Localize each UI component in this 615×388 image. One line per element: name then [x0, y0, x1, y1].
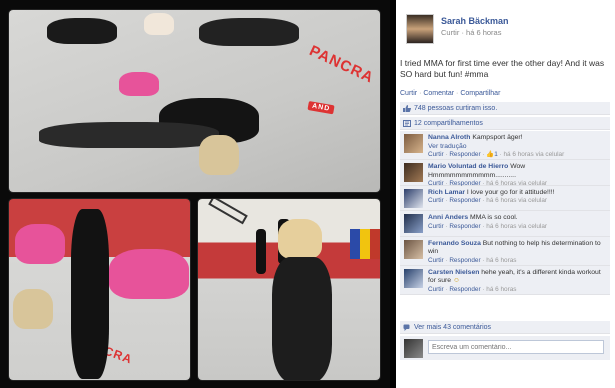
commenter-avatar[interactable] — [404, 214, 423, 233]
comment-composer — [400, 336, 610, 360]
comment-item: Anni Anders MMA is so cool. Curtir · Res… — [400, 211, 610, 237]
comment-bubble-icon — [403, 324, 410, 331]
comment-button[interactable]: Comentar — [423, 90, 454, 97]
comment-like-link[interactable]: Curtir — [428, 257, 444, 264]
commenter-name[interactable]: Carsten Nielsen — [428, 269, 479, 276]
commenter-avatar[interactable] — [404, 268, 423, 288]
comment-input[interactable] — [428, 340, 604, 354]
photo-posing[interactable] — [197, 198, 381, 381]
like-page-link[interactable]: Curtir — [441, 28, 459, 37]
commenter-avatar[interactable] — [404, 163, 423, 182]
comment-like-link[interactable]: Curtir — [428, 286, 444, 293]
post-actions: Curtir · Comentar · Compartilhar — [400, 90, 500, 97]
photo-grappling[interactable]: PANCRA AND — [8, 9, 381, 193]
share-button[interactable]: Compartilhar — [460, 90, 500, 97]
comment-item: Carsten Nielsen hehe yeah, it's a differ… — [400, 265, 610, 295]
post-header: Sarah Bäckman Curtir · há 6 horas — [401, 0, 610, 44]
post-panel: Sarah Bäckman Curtir · há 6 horas I trie… — [396, 0, 615, 388]
comment-like-link[interactable]: Curtir — [428, 223, 444, 230]
comment-reply-link[interactable]: Responder — [449, 223, 480, 230]
commenter-name[interactable]: Rich Lamar — [428, 189, 465, 196]
comment-time[interactable]: há 6 horas via celular — [486, 197, 547, 204]
punching-bag — [256, 229, 266, 274]
comment-meta: Curtir · Responder · há 6 horas — [428, 256, 517, 264]
background-fighters-left — [47, 18, 117, 44]
comment-reply-link[interactable]: Responder — [449, 257, 480, 264]
comment-item: Fernando Souza But nothing to help his d… — [400, 236, 610, 266]
translate-link[interactable]: Ver tradução — [428, 143, 606, 152]
blonde-hair — [278, 219, 322, 259]
commenter-avatar[interactable] — [404, 134, 423, 153]
fighter-posing — [272, 257, 332, 380]
pink-leggings — [119, 72, 159, 96]
comment-item: Nanna Alroth Kampsport äger! Ver traduçã… — [400, 131, 610, 160]
fighter-bottom — [39, 122, 219, 148]
comment-text: I love your go for it attitude!!!! — [466, 188, 555, 196]
commenter-name[interactable]: Anni Anders — [428, 214, 468, 221]
background-fighters-right — [199, 18, 299, 46]
author-avatar[interactable] — [406, 14, 434, 44]
fighter-standing — [71, 209, 109, 379]
commenter-avatar[interactable] — [404, 188, 423, 208]
comment-meta: Curtir · Responder · há 6 horas — [428, 285, 517, 293]
likes-summary[interactable]: 748 pessoas curtiram isso. — [400, 102, 610, 115]
flag — [350, 229, 380, 259]
comment-time[interactable]: há 6 horas via celular — [486, 223, 547, 230]
thumbs-up-icon — [403, 105, 411, 112]
post-text: I tried MMA for first time ever the othe… — [400, 58, 605, 79]
author-name[interactable]: Sarah Bäckman — [441, 16, 509, 26]
shares-summary[interactable]: 12 compartilhamentos — [400, 117, 610, 130]
pink-leggings — [15, 224, 65, 264]
blonde-hair — [199, 135, 239, 175]
comment-time[interactable]: há 6 horas via celular — [503, 151, 564, 158]
post-time[interactable]: há 6 horas — [466, 28, 501, 37]
blonde-hair — [13, 289, 53, 329]
view-more-text[interactable]: Ver mais 43 comentários — [414, 324, 491, 331]
comment-list: Nanna Alroth Kampsport äger! Ver traduçã… — [400, 131, 610, 295]
comment-item: Mario Voluntad de Hierro Wow Hmmmmmmmmmm… — [400, 160, 610, 187]
like-button[interactable]: Curtir — [400, 90, 417, 97]
comment-reply-link[interactable]: Responder — [449, 151, 480, 158]
comment-like-count[interactable]: 1 — [494, 151, 498, 158]
photo-collage: PANCRA AND ANCRA — [0, 0, 390, 388]
commenter-avatar[interactable] — [404, 239, 423, 259]
comment-time[interactable]: há 6 horas — [486, 257, 516, 264]
comment-text: Kampsport äger! — [472, 134, 523, 141]
comment-text: MMA is so cool. — [470, 214, 518, 221]
comment-item: Rich Lamar I love your go for it attitud… — [400, 185, 610, 211]
commenter-name[interactable]: Nanna Alroth — [428, 134, 470, 141]
commenter-name[interactable]: Fernando Souza — [428, 240, 481, 247]
comment-reply-link[interactable]: Responder — [449, 197, 480, 204]
comment-like-link[interactable]: Curtir — [428, 197, 444, 204]
photo-takedown[interactable]: ANCRA — [8, 198, 191, 381]
smiley-icon: ☺ — [452, 277, 460, 284]
comment-meta: Curtir · Responder · há 6 horas via celu… — [428, 222, 548, 230]
post-meta: Curtir · há 6 horas — [441, 28, 501, 37]
shares-text[interactable]: 12 compartilhamentos — [414, 120, 483, 127]
comment-like-link[interactable]: Curtir — [428, 151, 444, 158]
commenter-name[interactable]: Mario Voluntad de Hierro — [428, 163, 508, 170]
view-more-comments[interactable]: Ver mais 43 comentários — [400, 321, 610, 334]
viewer-avatar — [404, 339, 423, 358]
comment-time[interactable]: há 6 horas — [486, 286, 516, 293]
comment-meta: Curtir · Responder · 👍1 · há 6 horas via… — [428, 151, 565, 158]
comment-meta: Curtir · Responder · há 6 horas via celu… — [428, 197, 548, 204]
checkered-bag — [144, 13, 174, 35]
share-icon — [403, 120, 411, 127]
pink-leggings-2 — [109, 249, 189, 299]
likes-text[interactable]: 748 pessoas curtiram isso. — [414, 105, 497, 112]
comment-reply-link[interactable]: Responder — [449, 286, 480, 293]
